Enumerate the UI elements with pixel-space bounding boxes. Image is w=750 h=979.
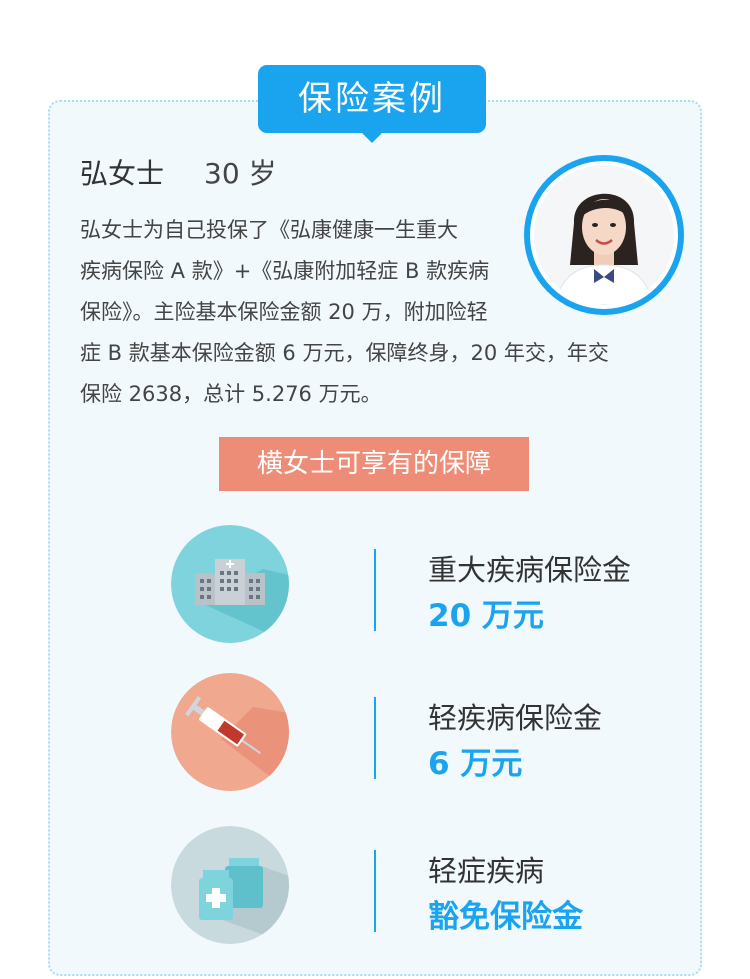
person-name: 弘女士: [80, 157, 165, 190]
benefit-item: 轻症疾病 豁免保险金: [0, 826, 750, 956]
benefit-label: 轻症疾病: [428, 854, 545, 888]
desc-line: 保险 2638，总计 5.276 万元。: [80, 382, 382, 406]
coverage-banner: 横女士可享有的保障: [219, 437, 529, 491]
benefit-label: 轻疾病保险金: [428, 701, 603, 735]
divider: [374, 549, 376, 631]
benefit-item: 重大疾病保险金 20 万元: [0, 525, 750, 655]
benefit-label: 重大疾病保险金: [428, 553, 632, 587]
desc-line: 症 B 款基本保险金额 6 万元，保障终身，20 年交，年交: [80, 341, 609, 365]
avatar: [524, 155, 684, 315]
medicine-bottles-icon: [171, 826, 289, 944]
person-age: 30 岁: [204, 157, 277, 190]
benefit-value: 20 万元: [428, 598, 544, 634]
section-title: 保险案例: [258, 65, 486, 143]
benefit-value: 豁免保险金: [428, 899, 583, 935]
syringe-icon: [171, 673, 289, 791]
hospital-icon: [171, 525, 289, 643]
benefit-item: 轻疾病保险金 6 万元: [0, 673, 750, 803]
divider: [374, 850, 376, 932]
divider: [374, 697, 376, 779]
woman-portrait-icon: [530, 161, 678, 309]
benefit-value: 6 万元: [428, 746, 523, 782]
